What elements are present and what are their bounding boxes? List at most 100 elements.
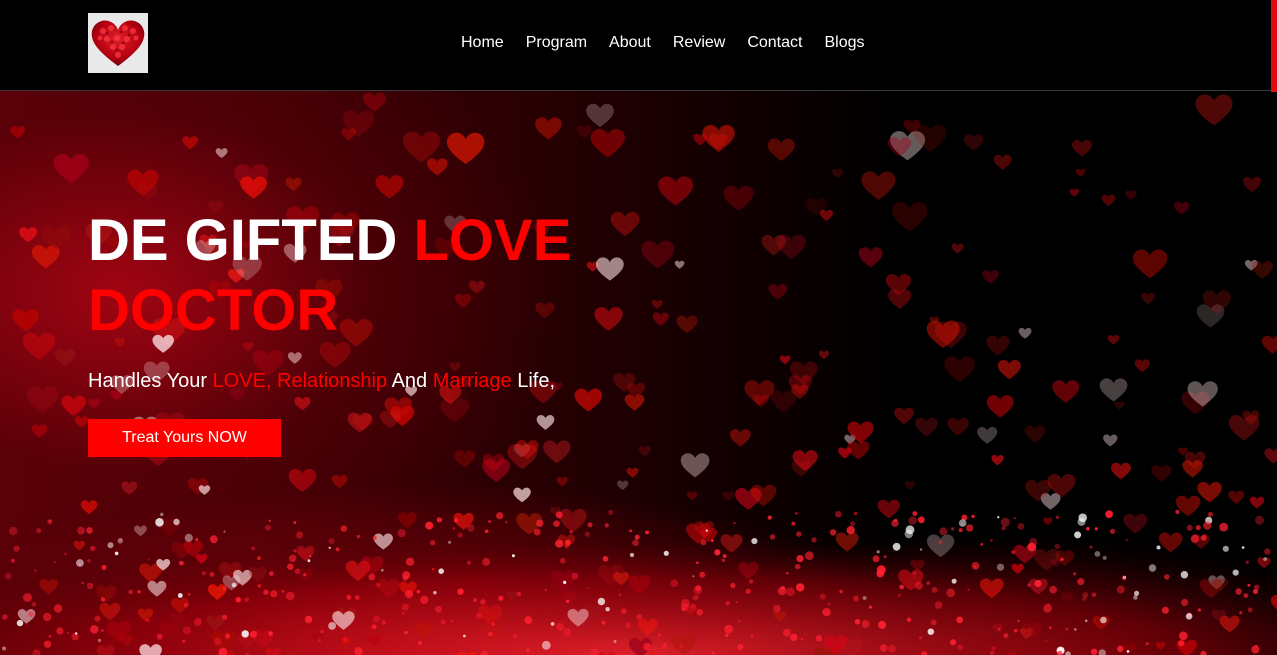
bokeh-heart-icon [182, 136, 199, 150]
bokeh-heart-icon [1072, 139, 1093, 157]
glitter-sparkle [1105, 510, 1113, 519]
bokeh-heart-icon [658, 176, 694, 206]
nav-blogs[interactable]: Blogs [824, 33, 864, 53]
bokeh-heart-icon [641, 240, 675, 269]
bokeh-heart-icon [944, 356, 975, 383]
glitter-sparkle [1090, 648, 1098, 655]
glitter-sparkle [862, 596, 867, 600]
glitter-sparkle [75, 632, 78, 635]
glitter-sparkle [681, 607, 686, 612]
scrollbar[interactable] [1271, 0, 1277, 92]
bokeh-heart-icon [770, 390, 797, 413]
glitter-sparkle [653, 647, 657, 651]
glitter-sparkle [473, 598, 477, 602]
glitter-sparkle [13, 545, 20, 552]
glitter-sparkle [179, 560, 184, 566]
glitter-sparkle [340, 525, 348, 532]
bokeh-heart-icon [819, 209, 833, 221]
glitter-sparkle [223, 530, 226, 533]
glitter-sparkle [1239, 611, 1243, 615]
glitter-sparkle [931, 586, 938, 593]
glitter-sparkle [1203, 521, 1212, 530]
glitter-sparkle [872, 555, 880, 563]
glitter-sparkle [714, 549, 721, 556]
glitter-sparkle [1254, 644, 1258, 648]
bokeh-heart-icon [1099, 378, 1128, 402]
glitter-sparkle [696, 608, 704, 616]
glitter-sparkle [201, 571, 206, 576]
bokeh-heart-icon [1132, 249, 1168, 279]
glitter-sparkle [251, 546, 256, 551]
glitter-sparkle [1164, 574, 1170, 580]
glitter-sparkle [244, 597, 249, 602]
glitter-sparkle [996, 563, 1005, 571]
glitter-sparkle [480, 599, 486, 605]
glitter-sparkle [780, 586, 786, 591]
glitter-sparkle [878, 620, 887, 629]
glitter-sparkle [1045, 640, 1048, 643]
glitter-sparkle [738, 620, 741, 623]
glitter-sparkle [899, 584, 905, 590]
glitter-sparkle [690, 603, 696, 610]
bokeh-heart-icon [54, 348, 76, 367]
glitter-sparkle [1134, 590, 1140, 596]
glitter-sparkle [117, 538, 124, 544]
glitter-sparkle [1181, 598, 1189, 607]
glitter-sparkle [1126, 650, 1130, 653]
glitter-sparkle [1077, 578, 1085, 586]
glitter-sparkle [293, 521, 297, 524]
glitter-sparkle [90, 545, 96, 552]
glitter-sparkle [1180, 571, 1189, 579]
glitter-sparkle [1100, 616, 1107, 624]
glitter-sparkle [1179, 631, 1188, 641]
glitter-sparkle [10, 558, 15, 563]
glitter-sparkle [839, 589, 843, 594]
bokeh-heart-icon [26, 386, 59, 413]
glitter-sparkle [550, 622, 555, 626]
glitter-sparkle [1000, 517, 1010, 527]
glitter-sparkle [524, 616, 533, 625]
bokeh-heart-icon [10, 125, 26, 139]
glitter-sparkle [553, 520, 560, 527]
nav-review[interactable]: Review [673, 33, 725, 53]
nav-program[interactable]: Program [526, 33, 587, 53]
bokeh-heart-icon [986, 395, 1014, 418]
bokeh-heart-icon [1251, 261, 1273, 279]
glitter-sparkle [796, 531, 802, 537]
bokeh-heart-icon [1264, 448, 1277, 464]
treat-yours-now-button[interactable]: Treat Yours NOW [88, 419, 281, 457]
glitter-sparkle [1222, 545, 1229, 552]
glitter-sparkle [90, 625, 99, 634]
glitter-sparkle [618, 593, 622, 597]
nav-about[interactable]: About [609, 33, 651, 53]
glitter-sparkle [1049, 585, 1057, 594]
glitter-sparkle [1195, 525, 1201, 531]
glitter-sparkle [425, 521, 434, 530]
bokeh-heart-icon [676, 315, 698, 334]
glitter-sparkle [601, 620, 606, 625]
glitter-sparkle [853, 595, 859, 602]
nav-contact[interactable]: Contact [747, 33, 802, 53]
glitter-sparkle [76, 559, 84, 567]
glitter-sparkle [912, 511, 918, 516]
glitter-sparkle [491, 622, 495, 626]
glitter-sparkle [257, 556, 261, 560]
glitter-sparkle [730, 582, 736, 589]
bokeh-heart-icon [61, 395, 86, 416]
glitter-sparkle [737, 643, 744, 651]
glitter-sparkle [287, 563, 294, 570]
bokeh-heart-icon [858, 247, 883, 268]
glitter-sparkle [692, 575, 695, 578]
glitter-sparkle [829, 529, 837, 536]
glitter-sparkle [1145, 642, 1149, 645]
glitter-sparkle [544, 588, 547, 591]
logo[interactable] [88, 13, 148, 73]
glitter-sparkle [183, 602, 189, 608]
glitter-sparkle [498, 595, 504, 601]
nav-home[interactable]: Home [461, 33, 504, 53]
glitter-sparkle [380, 568, 384, 572]
glitter-sparkle [53, 561, 56, 564]
glitter-sparkle [222, 614, 228, 620]
bokeh-heart-icon [586, 103, 614, 127]
glitter-sparkle [608, 509, 614, 515]
